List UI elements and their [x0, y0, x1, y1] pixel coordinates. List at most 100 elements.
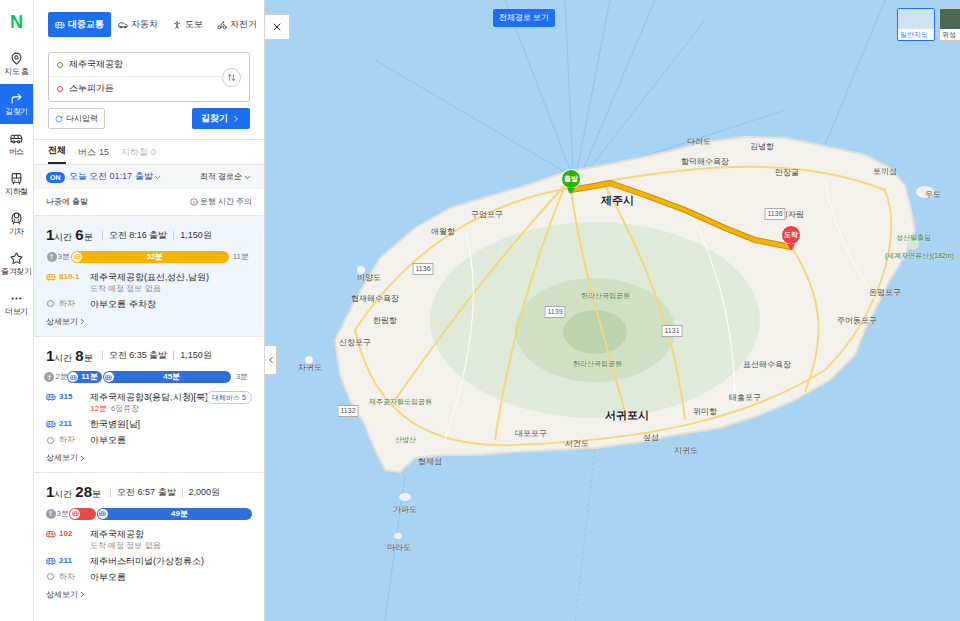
- route-header: 1시간8분오전 6:35 출발1,150원: [46, 347, 252, 366]
- nav-item[interactable]: 버스: [0, 124, 33, 164]
- nav-item[interactable]: 더보기: [0, 284, 33, 324]
- logo[interactable]: N: [10, 0, 23, 44]
- map-label[interactable]: 함덕해수욕장: [681, 156, 729, 168]
- map-thumbnail-icon: [940, 9, 960, 29]
- map-label[interactable]: 태흥포구: [729, 392, 761, 404]
- map-label[interactable]: 산방산: [395, 435, 416, 446]
- swap-button[interactable]: [222, 68, 241, 87]
- nav-item[interactable]: 기차: [0, 204, 33, 244]
- walk-icon: [46, 509, 56, 519]
- bus-segment: 11분: [67, 371, 102, 383]
- sort-dropdown[interactable]: 최적 경로순: [200, 171, 252, 183]
- full-route-button[interactable]: 전체경로 보기: [493, 9, 555, 27]
- map-type-switch: 일반지도위성: [897, 8, 960, 41]
- route-step: 810-1제주국제공항(표선,성산,남원)도착 예정 정보 없음: [46, 271, 252, 294]
- map-label[interactable]: 신창포구: [339, 337, 371, 349]
- detail-button[interactable]: 상세보기: [46, 316, 87, 328]
- reset-button[interactable]: 다시입력: [48, 108, 105, 129]
- route-bar: 3분52분11분: [46, 251, 252, 263]
- map-label[interactable]: 협재해수욕장: [351, 293, 399, 305]
- filter-tab[interactable]: 전체: [48, 144, 66, 165]
- map-label[interactable]: 온평포구: [869, 287, 901, 299]
- mode-tab[interactable]: 도보: [165, 12, 210, 37]
- nav-icon: [10, 212, 23, 225]
- filter-tab[interactable]: 지하철0: [121, 146, 156, 165]
- destination-dot-icon: [57, 86, 63, 92]
- nav-icon: [10, 252, 23, 265]
- map-label[interactable]: 지귀도: [674, 445, 698, 457]
- map-label[interactable]: 마라도: [387, 542, 411, 554]
- map-label[interactable]: 서귀포시: [605, 407, 649, 424]
- route-card[interactable]: 1시간6분오전 8:16 출발1,150원3분52분11분810-1제주국제공항…: [34, 215, 264, 336]
- map-label[interactable]: 제주곶자왈도립공원: [369, 397, 432, 408]
- collapse-panel-button[interactable]: [265, 345, 277, 375]
- map-label[interactable]: 서건도: [565, 438, 589, 450]
- bus-icon: [46, 419, 56, 429]
- realtime-toggle[interactable]: ON: [46, 172, 65, 183]
- road-number[interactable]: 1139: [544, 306, 565, 318]
- road-number[interactable]: 1131: [661, 325, 682, 337]
- nav-rail: N지도 홈길찾기버스지하철기차즐겨찾기더보기: [0, 0, 34, 621]
- map[interactable]: 다려도김녕항함덕해수욕장만장굴토끼섬우도비자림성산일출봉(세계자연유산)(182…: [265, 0, 960, 621]
- map-label[interactable]: 우도: [925, 189, 941, 201]
- alt-bus-badge[interactable]: 대체버스 5: [206, 391, 252, 404]
- map-label[interactable]: 김녕항: [750, 141, 774, 153]
- bus-icon: [46, 529, 56, 539]
- map-label[interactable]: 한라산국립공원: [573, 359, 622, 370]
- origin-field[interactable]: 제주국제공항: [49, 53, 222, 77]
- nav-item[interactable]: 지도 홈: [0, 44, 33, 84]
- route-card[interactable]: 1시간28분오전 6:57 출발2,000원3분49분102제주국제공항도착 예…: [34, 472, 264, 609]
- mode-icon: [217, 20, 227, 30]
- chevron-right-icon: [78, 454, 87, 463]
- mode-tab[interactable]: 자동차: [111, 12, 165, 37]
- map-label[interactable]: (세계자연유산)(182m): [885, 251, 941, 262]
- later-button[interactable]: 나중에 출발: [46, 196, 88, 208]
- map-label[interactable]: 제주시: [601, 192, 634, 209]
- nav-item[interactable]: 지하철: [0, 164, 33, 204]
- map-label[interactable]: 표선해수욕장: [743, 359, 791, 371]
- map-label[interactable]: 차귀도: [298, 362, 322, 374]
- detail-button[interactable]: 상세보기: [46, 452, 87, 464]
- map-label[interactable]: 위미항: [693, 406, 717, 418]
- route-bar: 2분11분45분3분: [46, 371, 252, 383]
- road-number[interactable]: 1136: [412, 263, 433, 275]
- map-pin[interactable]: 출발: [561, 169, 581, 194]
- map-label[interactable]: 주어동포구: [837, 315, 877, 327]
- road-number[interactable]: 1132: [337, 405, 358, 417]
- swap-icon: [227, 73, 236, 82]
- map-label[interactable]: 구엄포구: [471, 209, 503, 221]
- map-label[interactable]: 가파도: [393, 504, 417, 516]
- filter-tab[interactable]: 버스15: [78, 146, 109, 165]
- detail-button[interactable]: 상세보기: [46, 589, 87, 601]
- map-label[interactable]: 토끼섬: [873, 166, 897, 178]
- nav-item[interactable]: 길찾기: [0, 84, 33, 124]
- route-card[interactable]: 1시간8분오전 6:35 출발1,150원2분11분45분3분315제주국제공항…: [34, 336, 264, 473]
- nav-icon: [10, 52, 23, 65]
- bus-segment: [69, 508, 96, 520]
- map-label[interactable]: 대포포구: [515, 428, 547, 440]
- departure-time[interactable]: 오늘 오전 01:17 출발: [69, 170, 162, 184]
- map-label[interactable]: 섶섬: [643, 432, 659, 444]
- mode-tab[interactable]: 대중교통: [48, 12, 111, 37]
- route-list: 1시간6분오전 8:16 출발1,150원3분52분11분810-1제주국제공항…: [34, 215, 264, 609]
- nav-item[interactable]: 즐겨찾기: [0, 244, 33, 284]
- map-label[interactable]: 애월항: [431, 226, 455, 238]
- map-label[interactable]: 다려도: [687, 136, 711, 148]
- map-label[interactable]: 형제섬: [418, 456, 442, 468]
- map-label[interactable]: 만장굴: [775, 167, 799, 179]
- map-label[interactable]: 성산일출봉: [896, 233, 931, 244]
- map-type-button[interactable]: 일반지도: [897, 8, 935, 41]
- close-panel-button[interactable]: [265, 14, 290, 40]
- walk-segment: 11분: [230, 251, 252, 263]
- road-number[interactable]: 1136: [764, 208, 785, 220]
- map-label[interactable]: 한라산국립공원: [581, 291, 630, 302]
- map-label[interactable]: 비양도: [357, 272, 381, 284]
- mode-tab[interactable]: 자전거: [210, 12, 264, 37]
- map-type-button[interactable]: 위성: [939, 8, 960, 41]
- destination-field[interactable]: 스누피가든: [49, 77, 222, 101]
- search-button[interactable]: 길찾기: [192, 108, 250, 129]
- service-notice[interactable]: 운행 시간 주의: [190, 196, 252, 208]
- map-pin[interactable]: 도착: [781, 225, 801, 250]
- map-label[interactable]: 한림항: [373, 315, 397, 327]
- origin-dot-icon: [57, 62, 63, 68]
